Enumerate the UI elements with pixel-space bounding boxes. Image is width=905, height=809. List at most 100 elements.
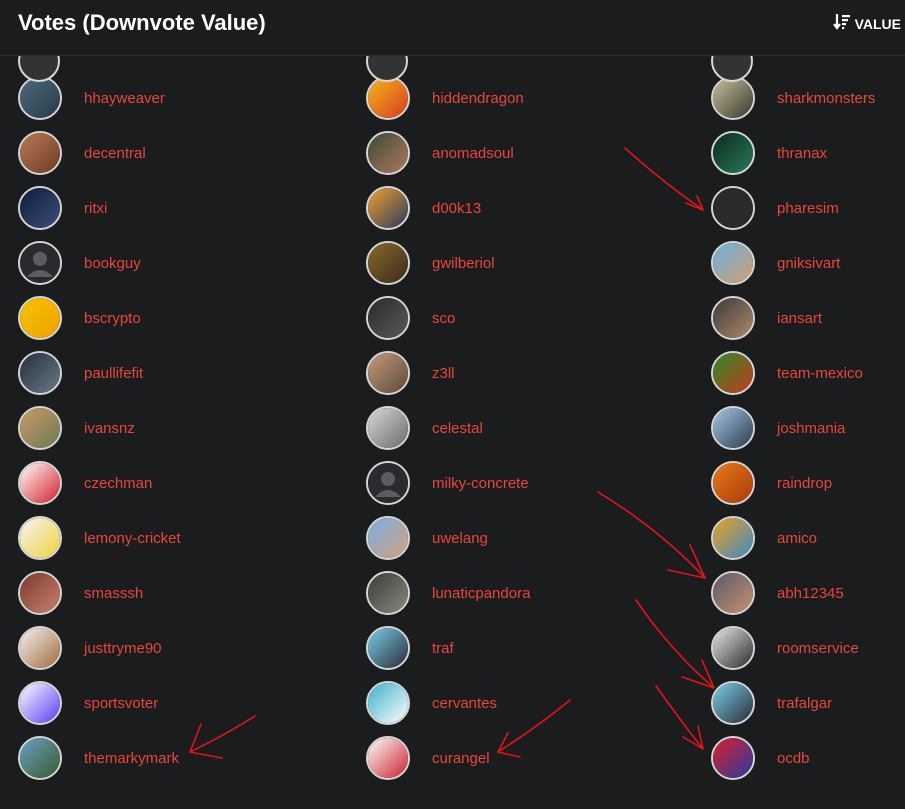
avatar[interactable] — [18, 351, 62, 395]
voter-item[interactable]: celestal — [366, 405, 666, 451]
avatar[interactable] — [711, 296, 755, 340]
voter-item[interactable]: ivansnz — [18, 405, 318, 451]
voter-item[interactable]: sportsvoter — [18, 680, 318, 726]
avatar[interactable] — [366, 626, 410, 670]
voter-username[interactable]: justtryme90 — [84, 640, 162, 657]
voter-username[interactable]: uwelang — [432, 530, 488, 547]
voter-item[interactable]: curangel — [366, 735, 666, 781]
avatar[interactable] — [711, 681, 755, 725]
voter-item[interactable]: gniksivart — [711, 240, 905, 286]
voter-username[interactable]: celestal — [432, 420, 483, 437]
avatar[interactable] — [366, 406, 410, 450]
voter-item[interactable]: sco — [366, 295, 666, 341]
voter-item[interactable]: ocdb — [711, 735, 905, 781]
voter-username[interactable]: thranax — [777, 145, 827, 162]
voter-username[interactable]: trafalgar — [777, 695, 832, 712]
voter-item[interactable]: gwilberiol — [366, 240, 666, 286]
avatar[interactable] — [711, 571, 755, 615]
voter-item[interactable]: cervantes — [366, 680, 666, 726]
voter-item[interactable]: raindrop — [711, 460, 905, 506]
voter-item[interactable]: lemony-cricket — [18, 515, 318, 561]
voter-item[interactable]: pharesim — [711, 185, 905, 231]
voter-username[interactable]: bscrypto — [84, 310, 141, 327]
voter-username[interactable]: anomadsoul — [432, 145, 514, 162]
voter-item[interactable]: bscrypto — [18, 295, 318, 341]
voter-username[interactable]: hhayweaver — [84, 90, 165, 107]
voter-item[interactable]: justtryme90 — [18, 625, 318, 671]
voter-username[interactable]: z3ll — [432, 365, 455, 382]
voter-username[interactable]: sco — [432, 310, 455, 327]
avatar[interactable] — [366, 571, 410, 615]
avatar[interactable] — [18, 296, 62, 340]
voter-item[interactable]: themarkymark — [18, 735, 318, 781]
voter-username[interactable]: raindrop — [777, 475, 832, 492]
avatar[interactable] — [366, 76, 410, 120]
voter-item[interactable]: milky-concrete — [366, 460, 666, 506]
avatar[interactable] — [18, 406, 62, 450]
avatar[interactable] — [18, 736, 62, 780]
avatar[interactable] — [366, 681, 410, 725]
voter-item[interactable]: iansart — [711, 295, 905, 341]
avatar[interactable] — [18, 516, 62, 560]
avatar[interactable] — [711, 241, 755, 285]
avatar[interactable] — [366, 296, 410, 340]
avatar[interactable] — [711, 131, 755, 175]
avatar[interactable] — [366, 516, 410, 560]
voter-username[interactable]: curangel — [432, 750, 490, 767]
voter-item[interactable]: hiddendragon — [366, 75, 666, 121]
voter-username[interactable]: amico — [777, 530, 817, 547]
avatar[interactable] — [18, 241, 62, 285]
avatar[interactable] — [18, 461, 62, 505]
avatar[interactable] — [18, 626, 62, 670]
voter-username[interactable]: ivansnz — [84, 420, 135, 437]
voter-username[interactable]: paullifefit — [84, 365, 143, 382]
voter-item[interactable]: paullifefit — [18, 350, 318, 396]
avatar[interactable] — [711, 736, 755, 780]
voter-username[interactable]: gwilberiol — [432, 255, 495, 272]
avatar[interactable] — [366, 241, 410, 285]
voter-username[interactable]: lunaticpandora — [432, 585, 530, 602]
voter-username[interactable]: d00k13 — [432, 200, 481, 217]
avatar[interactable] — [711, 351, 755, 395]
voter-item[interactable]: czechman — [18, 460, 318, 506]
voter-item[interactable]: bookguy — [18, 240, 318, 286]
sort-by-value-button[interactable]: VALUE — [832, 13, 901, 35]
voter-item[interactable]: team-mexico — [711, 350, 905, 396]
avatar[interactable] — [366, 351, 410, 395]
avatar[interactable] — [711, 76, 755, 120]
voter-item[interactable]: roomservice — [711, 625, 905, 671]
voter-item[interactable]: lunaticpandora — [366, 570, 666, 616]
voter-username[interactable]: traf — [432, 640, 454, 657]
voter-username[interactable]: team-mexico — [777, 365, 863, 382]
voter-username[interactable]: iansart — [777, 310, 822, 327]
avatar[interactable] — [18, 131, 62, 175]
avatar[interactable] — [711, 516, 755, 560]
voter-item[interactable]: uwelang — [366, 515, 666, 561]
voter-username[interactable]: milky-concrete — [432, 475, 529, 492]
avatar[interactable] — [366, 131, 410, 175]
voter-item[interactable]: sharkmonsters — [711, 75, 905, 121]
avatar[interactable] — [18, 681, 62, 725]
voter-username[interactable]: ritxi — [84, 200, 107, 217]
voter-item[interactable]: abh12345 — [711, 570, 905, 616]
voter-username[interactable]: czechman — [84, 475, 152, 492]
avatar[interactable] — [366, 461, 410, 505]
voter-item[interactable]: ritxi — [18, 185, 318, 231]
voter-item[interactable]: traf — [366, 625, 666, 671]
voter-item[interactable]: decentral — [18, 130, 318, 176]
avatar[interactable] — [366, 736, 410, 780]
voter-item[interactable]: joshmania — [711, 405, 905, 451]
avatar[interactable] — [18, 186, 62, 230]
voter-item[interactable]: z3ll — [366, 350, 666, 396]
voter-username[interactable]: ocdb — [777, 750, 810, 767]
voter-username[interactable]: themarkymark — [84, 750, 179, 767]
voter-item[interactable]: trafalgar — [711, 680, 905, 726]
voter-item[interactable]: smasssh — [18, 570, 318, 616]
avatar[interactable] — [711, 461, 755, 505]
voter-username[interactable]: bookguy — [84, 255, 141, 272]
voter-username[interactable]: lemony-cricket — [84, 530, 181, 547]
voter-item[interactable]: amico — [711, 515, 905, 561]
voter-item[interactable]: d00k13 — [366, 185, 666, 231]
voter-username[interactable]: abh12345 — [777, 585, 844, 602]
voter-username[interactable]: sportsvoter — [84, 695, 158, 712]
